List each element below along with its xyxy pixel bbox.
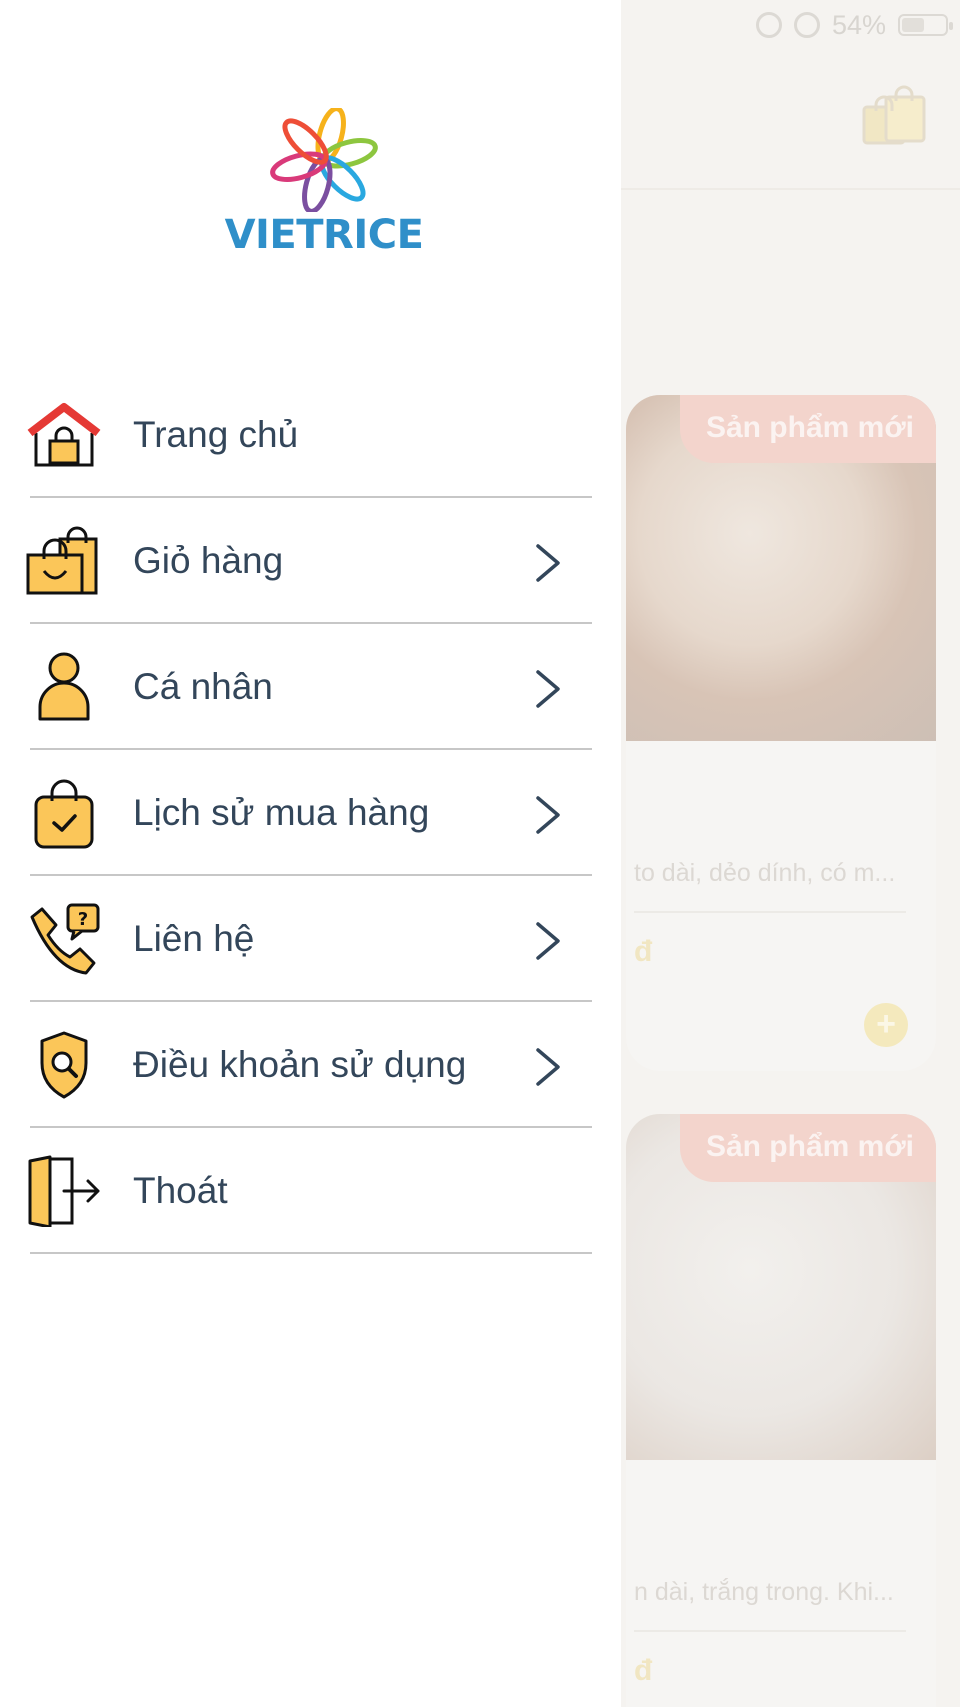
menu-item-label: Điều khoản sử dụng: [133, 1044, 467, 1085]
bag-check-icon: [34, 779, 94, 849]
menu-item-contact[interactable]: ? Liên hệ: [0, 876, 621, 1002]
menu-item-cart[interactable]: Giỏ hàng: [0, 498, 621, 624]
drawer-menu: Trang chủ Giỏ hàng Cá nhân Lịch sử mua h…: [0, 372, 621, 1254]
menu-item-profile[interactable]: Cá nhân: [0, 624, 621, 750]
shopping-bags-icon: [26, 526, 98, 595]
product-card[interactable]: Sản phẩm mới n dài, trắng trong. Khi... …: [626, 1114, 936, 1707]
chevron-right-icon: [536, 1048, 560, 1086]
logo-text: VIETRICE: [224, 212, 424, 258]
menu-item-label: Giỏ hàng: [133, 540, 284, 581]
product-description: n dài, trắng trong. Khi...: [634, 1578, 894, 1606]
product-price: đ: [634, 935, 653, 968]
chevron-right-icon: [536, 670, 560, 708]
navigation-drawer: VIETRICE Trang chủ Giỏ hàng Cá nhân Lịch…: [0, 0, 621, 1707]
chevron-right-icon: [536, 544, 560, 582]
chevron-right-icon: [536, 922, 560, 960]
menu-item-label: Thoát: [133, 1170, 228, 1211]
chevron-right-icon: [536, 796, 560, 834]
menu-item-label: Liên hệ: [133, 918, 255, 959]
vietrice-logo: VIETRICE: [224, 106, 424, 258]
menu-item-label: Lịch sử mua hàng: [133, 792, 430, 833]
new-product-badge: Sản phẩm mới: [679, 1114, 936, 1182]
product-card[interactable]: Sản phẩm mới to dài, dẻo dính, có m... đ…: [626, 395, 936, 1071]
product-image: Sản phẩm mới: [626, 395, 936, 741]
menu-item-logout[interactable]: Thoát: [0, 1128, 621, 1254]
location-icon: [755, 12, 782, 38]
add-to-cart-button[interactable]: +: [864, 1003, 908, 1047]
product-image: Sản phẩm mới: [626, 1114, 936, 1460]
alarm-icon: [793, 12, 820, 38]
cart-icon[interactable]: [860, 85, 930, 149]
flower-logo-icon: [270, 106, 378, 214]
product-description: to dài, dẻo dính, có m...: [634, 859, 896, 887]
battery-icon: [898, 14, 953, 36]
product-price: đ: [634, 1654, 653, 1687]
user-icon: [38, 652, 90, 721]
status-bar: 54%: [755, 8, 953, 42]
exit-door-icon: [28, 1155, 100, 1227]
new-product-badge: Sản phẩm mới: [679, 395, 936, 463]
menu-item-home[interactable]: Trang chủ: [0, 372, 621, 498]
battery-percent: 54%: [831, 9, 886, 40]
menu-item-label: Trang chủ: [133, 414, 299, 455]
home-icon: [27, 403, 101, 467]
shield-search-icon: [40, 1031, 88, 1099]
svg-text:?: ?: [78, 909, 88, 930]
phone-help-icon: ?: [30, 903, 100, 975]
menu-item-terms[interactable]: Điều khoản sử dụng: [0, 1002, 621, 1128]
menu-item-label: Cá nhân: [133, 666, 273, 707]
header-divider: [620, 188, 960, 190]
menu-item-purchase-history[interactable]: Lịch sử mua hàng: [0, 750, 621, 876]
